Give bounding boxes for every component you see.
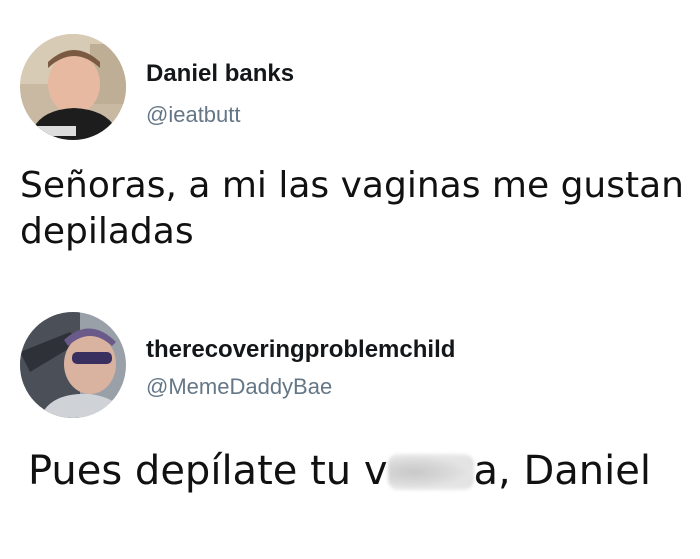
tweet-reply: therecoveringproblemchild @MemeDaddyBae … [0, 290, 700, 559]
tweet-text: Señoras, a mi las vaginas me gustan depi… [20, 165, 684, 253]
avatar[interactable] [20, 312, 126, 418]
tweet-text-after: a, Daniel [473, 448, 651, 494]
tweet-text-before: Pues depílate tu v [28, 448, 388, 494]
author-handle[interactable]: @MemeDaddyBae [146, 374, 332, 400]
profile-photo-icon [20, 34, 126, 140]
author-handle[interactable]: @ieatbutt [146, 102, 241, 128]
author-name[interactable]: therecoveringproblemchild [146, 336, 455, 364]
profile-photo-icon [20, 312, 126, 418]
tweet-text: Pues depílate tu v a, Daniel [28, 446, 698, 497]
censor-blur [387, 454, 474, 490]
tweet-original: Daniel banks @ieatbutt Señoras, a mi las… [0, 0, 700, 290]
avatar[interactable] [20, 34, 126, 140]
author-name[interactable]: Daniel banks [146, 60, 294, 88]
